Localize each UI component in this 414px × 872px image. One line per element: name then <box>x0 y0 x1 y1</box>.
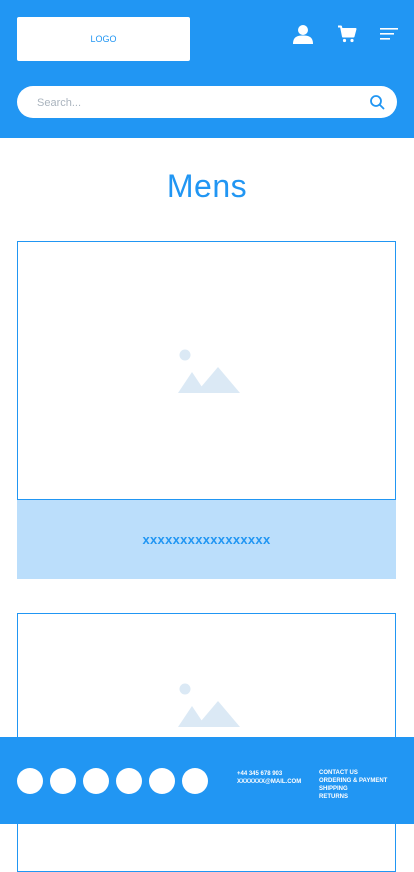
footer-link-returns[interactable]: RETURNS <box>319 793 387 801</box>
footer-link-ordering-payment[interactable]: ORDERING & PAYMENT <box>319 777 387 785</box>
social-icon-4[interactable] <box>116 768 142 794</box>
logo-text: LOGO <box>90 34 117 44</box>
social-icon-3[interactable] <box>83 768 109 794</box>
social-icon-1[interactable] <box>17 768 43 794</box>
site-footer: +44 345 678 903 XXXXXXX@MAIL.COM CONTACT… <box>0 737 414 824</box>
product-card[interactable]: xxxxxxxxxxxxxxxxx <box>17 241 396 579</box>
product-image[interactable] <box>17 241 396 500</box>
product-caption[interactable]: xxxxxxxxxxxxxxxxx <box>17 500 396 579</box>
page-title: Mens <box>166 168 248 204</box>
search-input[interactable] <box>35 86 359 120</box>
image-placeholder-icon <box>177 683 240 727</box>
image-placeholder-icon <box>177 349 240 393</box>
footer-link-contact-us[interactable]: CONTACT US <box>319 769 387 777</box>
menu-icon[interactable] <box>377 22 401 46</box>
social-icon-6[interactable] <box>182 768 208 794</box>
footer-link-shipping[interactable]: SHIPPING <box>319 785 387 793</box>
social-icon-2[interactable] <box>50 768 76 794</box>
site-header: LOGO <box>0 0 414 138</box>
social-links <box>17 768 208 794</box>
user-icon[interactable] <box>291 22 315 46</box>
logo[interactable]: LOGO <box>17 17 190 61</box>
email-address[interactable]: XXXXXXX@MAIL.COM <box>237 778 301 786</box>
social-icon-5[interactable] <box>149 768 175 794</box>
search-icon[interactable] <box>369 94 385 110</box>
product-name: xxxxxxxxxxxxxxxxx <box>142 532 271 547</box>
contact-info: +44 345 678 903 XXXXXXX@MAIL.COM <box>237 770 301 786</box>
phone-number[interactable]: +44 345 678 903 <box>237 770 301 778</box>
cart-icon[interactable] <box>335 22 359 46</box>
footer-links: CONTACT US ORDERING & PAYMENT SHIPPING R… <box>319 769 387 801</box>
search-bar <box>17 86 397 120</box>
